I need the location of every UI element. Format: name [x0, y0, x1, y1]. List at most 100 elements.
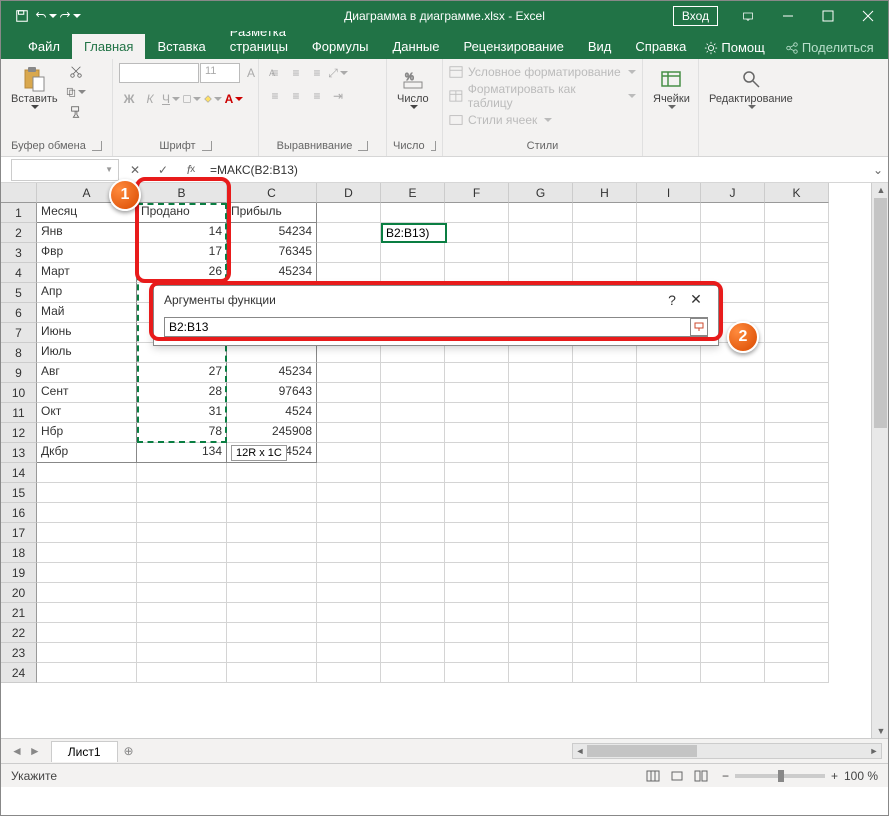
orientation-icon[interactable]: ⤢ — [328, 63, 348, 83]
cell-C14[interactable] — [227, 463, 317, 483]
cell-F12[interactable] — [445, 423, 509, 443]
cell-D9[interactable] — [317, 363, 381, 383]
cell-D8[interactable] — [317, 343, 381, 363]
view-break-icon[interactable] — [690, 767, 712, 785]
cell-C15[interactable] — [227, 483, 317, 503]
cell-I9[interactable] — [637, 363, 701, 383]
cell-I4[interactable] — [637, 263, 701, 283]
cell-K1[interactable] — [765, 203, 829, 223]
row-header-23[interactable]: 23 — [1, 643, 37, 663]
cell-J17[interactable] — [701, 523, 765, 543]
cell-F15[interactable] — [445, 483, 509, 503]
cell-K4[interactable] — [765, 263, 829, 283]
cell-E4[interactable] — [381, 263, 445, 283]
cell-B19[interactable] — [137, 563, 227, 583]
cell-A4[interactable]: Март — [37, 263, 137, 283]
cell-H10[interactable] — [573, 383, 637, 403]
row-header-11[interactable]: 11 — [1, 403, 37, 423]
cell-E13[interactable] — [381, 443, 445, 463]
cell-F19[interactable] — [445, 563, 509, 583]
align-middle-icon[interactable]: ≡ — [286, 63, 306, 83]
row-header-13[interactable]: 13 — [1, 443, 37, 463]
cell-I19[interactable] — [637, 563, 701, 583]
font-color-icon[interactable]: А — [224, 89, 244, 109]
cell-K7[interactable] — [765, 323, 829, 343]
cell-E16[interactable] — [381, 503, 445, 523]
dialog-range-input[interactable] — [164, 317, 708, 337]
col-header-K[interactable]: K — [765, 183, 829, 203]
cell-E8[interactable] — [381, 343, 445, 363]
cell-A23[interactable] — [37, 643, 137, 663]
cell-H20[interactable] — [573, 583, 637, 603]
cell-E11[interactable] — [381, 403, 445, 423]
col-header-H[interactable]: H — [573, 183, 637, 203]
cell-G21[interactable] — [509, 603, 573, 623]
cell-J9[interactable] — [701, 363, 765, 383]
cell-F8[interactable] — [445, 343, 509, 363]
cell-E23[interactable] — [381, 643, 445, 663]
cell-D15[interactable] — [317, 483, 381, 503]
cell-H8[interactable] — [573, 343, 637, 363]
cell-J10[interactable] — [701, 383, 765, 403]
cell-I21[interactable] — [637, 603, 701, 623]
cell-E3[interactable] — [381, 243, 445, 263]
cell-H15[interactable] — [573, 483, 637, 503]
cell-D18[interactable] — [317, 543, 381, 563]
tellme-button[interactable]: Помощ — [698, 36, 770, 59]
cell-K16[interactable] — [765, 503, 829, 523]
cell-D11[interactable] — [317, 403, 381, 423]
alignment-launcher-icon[interactable] — [358, 141, 368, 151]
row-header-4[interactable]: 4 — [1, 263, 37, 283]
align-top-icon[interactable]: ≡ — [265, 63, 285, 83]
cell-G15[interactable] — [509, 483, 573, 503]
tab-help[interactable]: Справка — [623, 34, 698, 59]
cell-G17[interactable] — [509, 523, 573, 543]
select-all-corner[interactable] — [1, 183, 37, 203]
row-header-10[interactable]: 10 — [1, 383, 37, 403]
cell-E12[interactable] — [381, 423, 445, 443]
cell-A24[interactable] — [37, 663, 137, 683]
cell-J19[interactable] — [701, 563, 765, 583]
cell-B22[interactable] — [137, 623, 227, 643]
row-header-17[interactable]: 17 — [1, 523, 37, 543]
cell-C16[interactable] — [227, 503, 317, 523]
cell-B2[interactable]: 14 — [137, 223, 227, 243]
cell-B8[interactable] — [137, 343, 227, 363]
collapse-dialog-icon[interactable] — [690, 318, 708, 336]
cell-G8[interactable] — [509, 343, 573, 363]
font-select[interactable] — [119, 63, 199, 83]
name-box[interactable]: ▼ — [11, 159, 119, 181]
cell-A21[interactable] — [37, 603, 137, 623]
cell-H21[interactable] — [573, 603, 637, 623]
cell-B4[interactable]: 26 — [137, 263, 227, 283]
formula-enter-icon[interactable]: ✓ — [153, 163, 173, 177]
tab-nav-prev-icon[interactable]: ◄ — [11, 744, 23, 758]
view-layout-icon[interactable] — [666, 767, 688, 785]
cell-A15[interactable] — [37, 483, 137, 503]
cell-D21[interactable] — [317, 603, 381, 623]
cell-J23[interactable] — [701, 643, 765, 663]
align-center-icon[interactable]: ≡ — [286, 86, 306, 106]
cell-K3[interactable] — [765, 243, 829, 263]
tab-formulas[interactable]: Формулы — [300, 34, 381, 59]
cell-G4[interactable] — [509, 263, 573, 283]
cell-E22[interactable] — [381, 623, 445, 643]
cut-icon[interactable] — [66, 63, 86, 81]
cell-A8[interactable]: Июль — [37, 343, 137, 363]
conditional-formatting-button[interactable]: Условное форматирование — [449, 65, 636, 79]
cell-C2[interactable]: 54234 — [227, 223, 317, 243]
dialog-close-icon[interactable]: ✕ — [684, 291, 708, 308]
close-icon[interactable] — [848, 1, 888, 31]
cell-D22[interactable] — [317, 623, 381, 643]
cell-H12[interactable] — [573, 423, 637, 443]
cell-G2[interactable] — [509, 223, 573, 243]
cell-C12[interactable]: 245908 — [227, 423, 317, 443]
add-sheet-icon[interactable]: ⊕ — [118, 743, 140, 759]
cell-B3[interactable]: 17 — [137, 243, 227, 263]
cell-F3[interactable] — [445, 243, 509, 263]
cell-H4[interactable] — [573, 263, 637, 283]
row-header-14[interactable]: 14 — [1, 463, 37, 483]
cell-J18[interactable] — [701, 543, 765, 563]
cell-G19[interactable] — [509, 563, 573, 583]
cell-J22[interactable] — [701, 623, 765, 643]
